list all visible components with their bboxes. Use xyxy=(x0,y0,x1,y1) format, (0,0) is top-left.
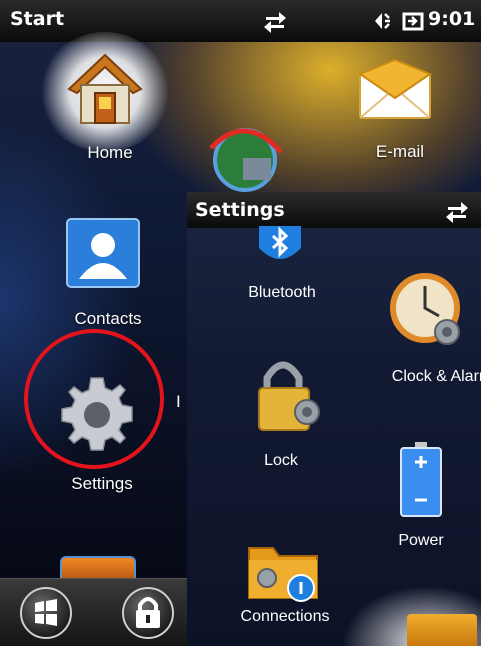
contacts-tile[interactable]: Contacts xyxy=(58,215,148,335)
padlock-gear-icon xyxy=(258,361,320,431)
battery-icon xyxy=(400,442,442,517)
house-icon xyxy=(67,53,143,124)
partial-tile-label: I xyxy=(176,392,181,411)
envelope-icon xyxy=(358,58,432,119)
highlight-circle xyxy=(24,329,164,469)
home-label: Home xyxy=(87,143,133,162)
clock-time[interactable]: 9:01 xyxy=(428,8,475,30)
lock-label: Lock xyxy=(264,452,298,469)
power-label: Power xyxy=(398,532,444,549)
sync-arrows-icon[interactable] xyxy=(444,198,470,224)
status-title: Start xyxy=(10,8,65,30)
lock-icon xyxy=(136,597,160,628)
clock-gear-icon xyxy=(390,273,460,345)
settings-panel: Settings Bluetooth Clock & Alarm xyxy=(187,192,481,646)
bluetooth-icon xyxy=(259,226,301,259)
windows-start-button[interactable] xyxy=(20,587,72,639)
bluetooth-tile[interactable]: Bluetooth xyxy=(227,226,337,306)
settings-panel-title: Settings xyxy=(195,199,285,221)
taskbar xyxy=(0,578,190,646)
folder-gear-icon xyxy=(248,547,318,602)
lock-button[interactable] xyxy=(122,587,174,639)
battery-plug-icon[interactable] xyxy=(401,10,425,32)
power-tile[interactable]: Power xyxy=(377,442,477,562)
globe-icon[interactable] xyxy=(205,118,285,198)
partial-folder-icon xyxy=(407,614,477,646)
settings-label: Settings xyxy=(71,474,133,493)
status-bar: Start 9:01 xyxy=(0,0,481,42)
bluetooth-label: Bluetooth xyxy=(248,284,316,301)
start-screen: Start 9:01 Home E-mail Contacts Settings… xyxy=(0,0,481,646)
connections-label: Connections xyxy=(240,608,330,625)
connections-tile[interactable]: Connections xyxy=(235,532,335,642)
windows-start-icon xyxy=(35,599,57,626)
email-tile[interactable]: E-mail xyxy=(350,50,440,170)
email-label: E-mail xyxy=(375,142,425,161)
sync-arrows-icon[interactable] xyxy=(262,8,288,34)
contact-card-icon xyxy=(66,218,140,288)
clock-alarm-label: Clock & Alarm xyxy=(391,368,481,385)
home-tile[interactable]: Home xyxy=(60,45,150,175)
clock-alarm-tile[interactable]: Clock & Alarm xyxy=(367,272,481,385)
speaker-mute-icon[interactable] xyxy=(372,9,398,33)
settings-panel-header: Settings xyxy=(187,192,481,228)
lock-tile[interactable]: Lock xyxy=(237,356,327,476)
contacts-label: Contacts xyxy=(74,309,142,328)
